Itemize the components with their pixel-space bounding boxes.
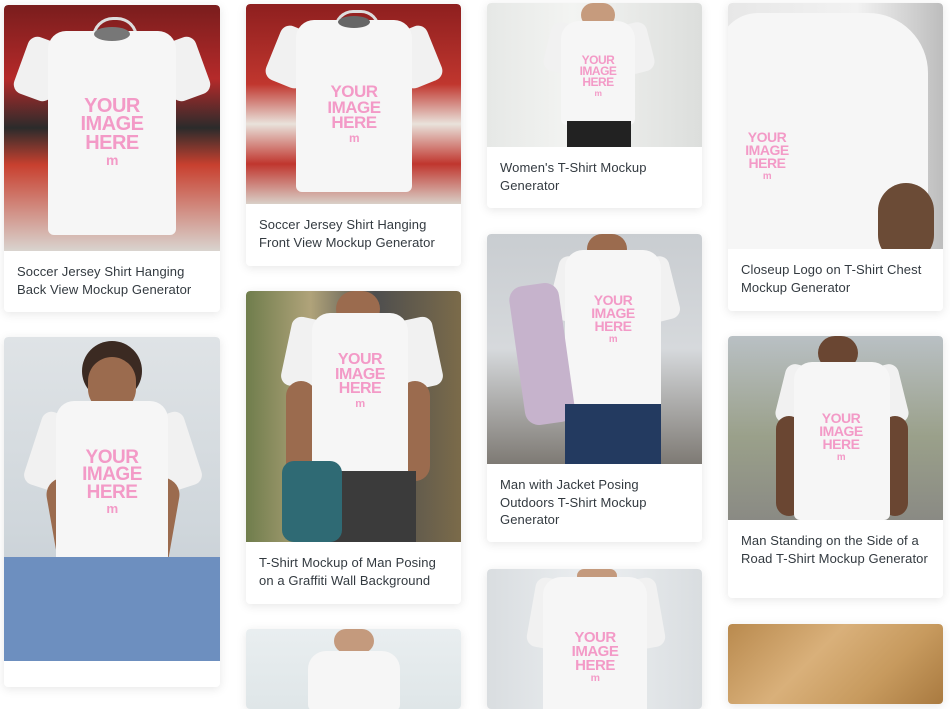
mockup-thumbnail[interactable]: YOUR IMAGE HERE m	[4, 337, 220, 661]
mockup-thumbnail[interactable]: YOUR IMAGE HERE m	[487, 569, 702, 709]
watermark: YOUR IMAGE HERE m	[335, 351, 385, 411]
mockup-thumbnail[interactable]: YOUR IMAGE HERE m	[728, 336, 943, 520]
watermark: YOUR IMAGE HERE m	[80, 95, 144, 169]
mockup-card[interactable]: YOUR IMAGE HERE m Man Standing on the Side …	[728, 336, 943, 598]
mockup-title[interactable]: Soccer Jersey Shirt Hanging Front View M…	[246, 204, 461, 263]
mockup-thumbnail[interactable]	[728, 624, 943, 704]
mockup-card[interactable]: YOUR IMAGE HERE m Closeup Logo on T-Shirt C…	[728, 3, 943, 311]
mockup-card[interactable]: YOUR IMAGE HERE m	[487, 569, 702, 709]
mockup-card[interactable]: YOUR IMAGE HERE m Soccer Jersey Shirt Hangi…	[246, 4, 461, 266]
mockup-title[interactable]: Women's T-Shirt Mockup Generator	[487, 147, 702, 206]
mockup-thumbnail[interactable]: YOUR IMAGE HERE m	[487, 234, 702, 464]
mockup-card[interactable]: YOUR IMAGE HERE m	[4, 337, 220, 687]
watermark: YOUR IMAGE HERE m	[327, 82, 381, 145]
t-shirt	[308, 651, 400, 709]
watermark: YOUR IMAGE HERE m	[819, 410, 863, 463]
mockup-card[interactable]: YOUR IMAGE HERE m Soccer Jersey Shirt Hangi…	[4, 5, 220, 312]
mockup-thumbnail[interactable]: YOUR IMAGE HERE m	[728, 3, 943, 249]
mockup-card[interactable]: YOUR IMAGE HERE m Man with Jacket Posing Ou…	[487, 234, 702, 542]
mockup-card[interactable]	[246, 629, 461, 709]
mockup-card[interactable]: YOUR IMAGE HERE m T-Shirt Mockup of Man Pos…	[246, 291, 461, 604]
mockup-title[interactable]: Man Standing on the Side of a Road T-Shi…	[728, 520, 943, 579]
mockup-title[interactable]: T-Shirt Mockup of Man Posing on a Graffi…	[246, 542, 461, 601]
mockup-title[interactable]	[4, 661, 220, 685]
mockup-card[interactable]: YOUR IMAGE HERE m Women's T-Shirt Mockup Ge…	[487, 3, 702, 208]
mockup-card[interactable]	[728, 624, 943, 704]
mockup-thumbnail[interactable]: YOUR IMAGE HERE m	[246, 291, 461, 542]
mockup-title[interactable]: Soccer Jersey Shirt Hanging Back View Mo…	[4, 251, 220, 310]
mockup-thumbnail[interactable]	[246, 629, 461, 709]
mockup-thumbnail[interactable]: YOUR IMAGE HERE m	[487, 3, 702, 147]
denim-jacket	[282, 461, 342, 542]
watermark: YOUR IMAGE HERE m	[82, 447, 142, 517]
watermark: YOUR IMAGE HERE m	[579, 53, 617, 99]
mockup-title[interactable]: Man with Jacket Posing Outdoors T-Shirt …	[487, 464, 702, 541]
mockup-title[interactable]: Closeup Logo on T-Shirt Chest Mockup Gen…	[728, 249, 943, 308]
watermark: YOUR IMAGE HERE m	[571, 629, 619, 685]
watermark: YOUR IMAGE HERE m	[745, 129, 789, 182]
watermark: YOUR IMAGE HERE m	[591, 292, 635, 345]
mockup-thumbnail[interactable]: YOUR IMAGE HERE m	[246, 4, 461, 204]
mockup-thumbnail[interactable]: YOUR IMAGE HERE m	[4, 5, 220, 251]
